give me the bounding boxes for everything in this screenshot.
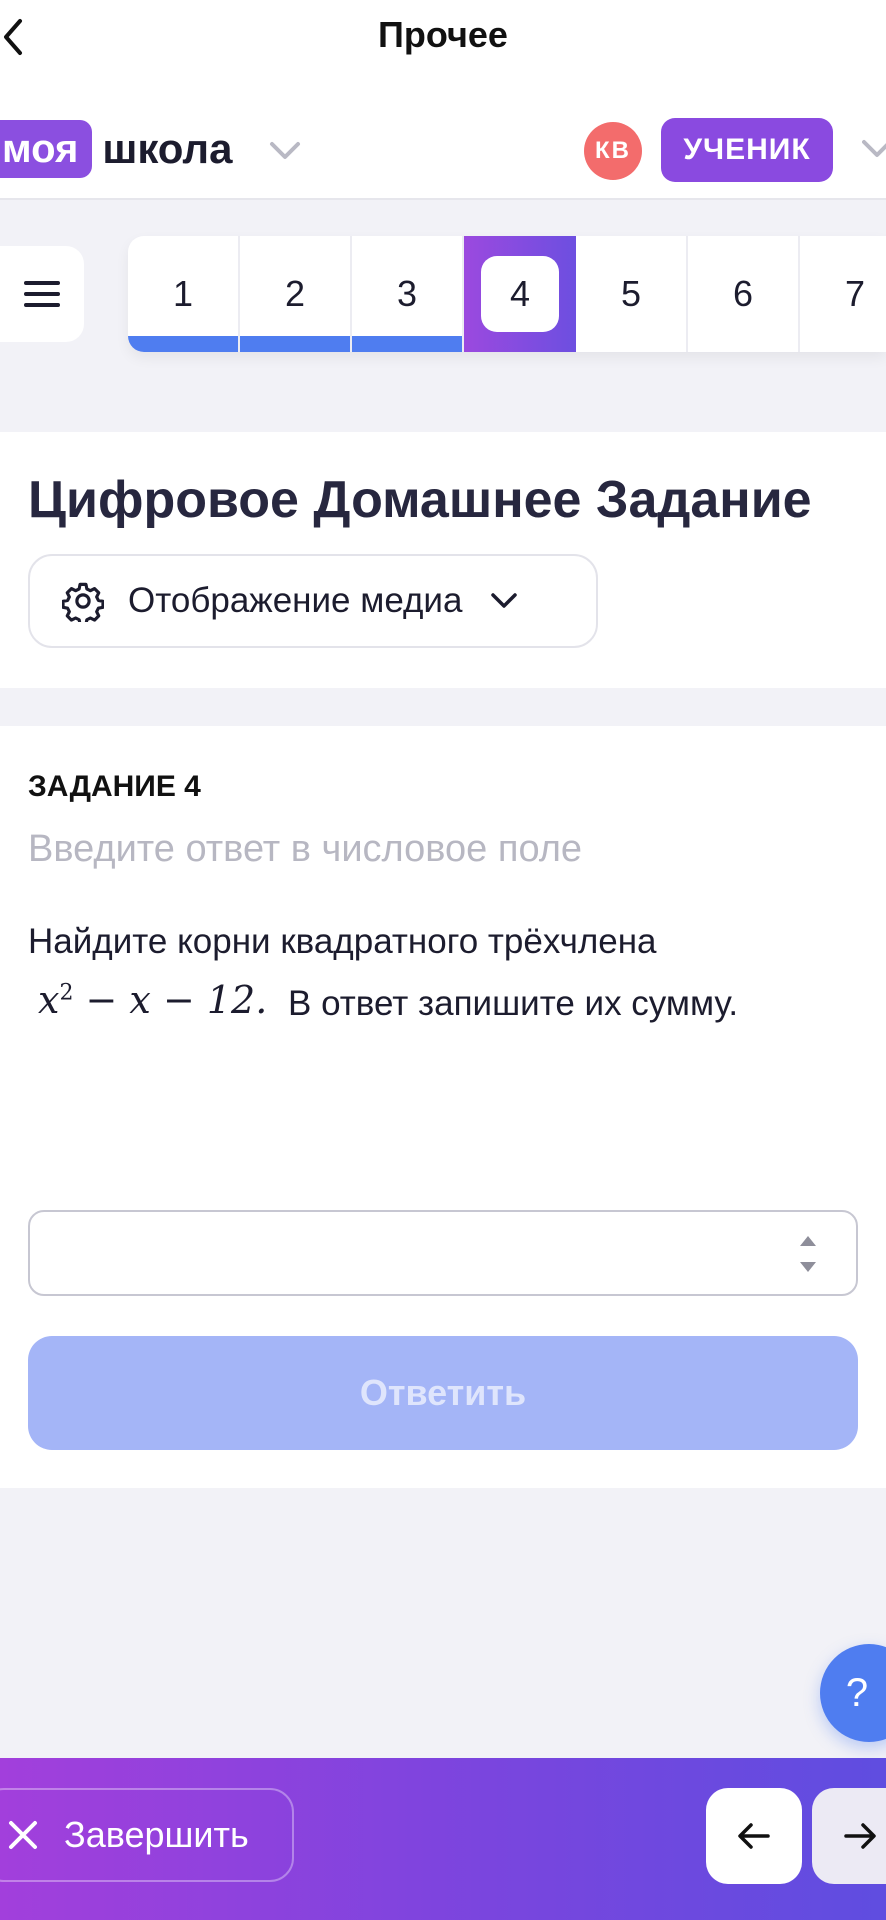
finish-button[interactable]: Завершить [0, 1788, 294, 1882]
help-button[interactable]: ? [820, 1644, 886, 1742]
arrow-left-icon [738, 1823, 770, 1849]
brand-logo-part2: школа [102, 125, 233, 172]
media-display-label: Отображение медиа [128, 581, 463, 620]
task-tab-4[interactable]: 4 [464, 236, 576, 352]
submit-answer-button[interactable]: Ответить [28, 1336, 858, 1450]
number-stepper-icon[interactable] [796, 1230, 820, 1278]
previous-task-button[interactable] [706, 1788, 802, 1884]
finish-label: Завершить [64, 1814, 249, 1855]
media-display-button[interactable]: Отображение медиа [28, 554, 598, 648]
brand-logo-part1: моя [0, 120, 93, 178]
task-question-line1: Найдите корни квадратного трёхчлена [28, 922, 657, 961]
task-hint: Введите ответ в числовое поле [28, 828, 583, 870]
chevron-down-icon [491, 593, 518, 608]
next-task-button[interactable] [812, 1788, 886, 1884]
task-tab-3[interactable]: 3 [352, 236, 464, 352]
task-question-line2: В ответ запишите их сумму. [288, 984, 739, 1023]
task-tab-1[interactable]: 1 [128, 236, 240, 352]
answer-input[interactable] [30, 1212, 812, 1294]
task-formula: x2 − x − 12. [38, 978, 268, 1022]
hamburger-icon [24, 281, 60, 307]
question-icon: ? [845, 1670, 869, 1715]
gear-icon [62, 582, 104, 622]
arrow-right-icon [844, 1823, 876, 1849]
assignment-title: Цифровое Домашнее Задание [28, 471, 812, 529]
task-navigator: 1 2 3 4 5 6 7 [128, 236, 886, 352]
task-tab-7[interactable]: 7 [800, 236, 886, 352]
task-label: ЗАДАНИЕ 4 [28, 770, 201, 803]
task-tab-6[interactable]: 6 [688, 236, 800, 352]
role-chevron-down-icon[interactable] [862, 138, 886, 160]
task-tab-5[interactable]: 5 [576, 236, 688, 352]
school-switcher[interactable]: моя школа [0, 120, 232, 178]
menu-button[interactable] [0, 246, 84, 342]
avatar[interactable]: КВ [584, 122, 642, 180]
answer-number-field[interactable] [28, 1210, 858, 1296]
role-button[interactable]: УЧЕНИК [661, 118, 833, 182]
active-task-number: 4 [481, 256, 559, 332]
task-tab-2[interactable]: 2 [240, 236, 352, 352]
chevron-down-icon[interactable] [268, 140, 302, 162]
close-icon [9, 1821, 37, 1849]
page-title: Прочее [378, 14, 508, 55]
